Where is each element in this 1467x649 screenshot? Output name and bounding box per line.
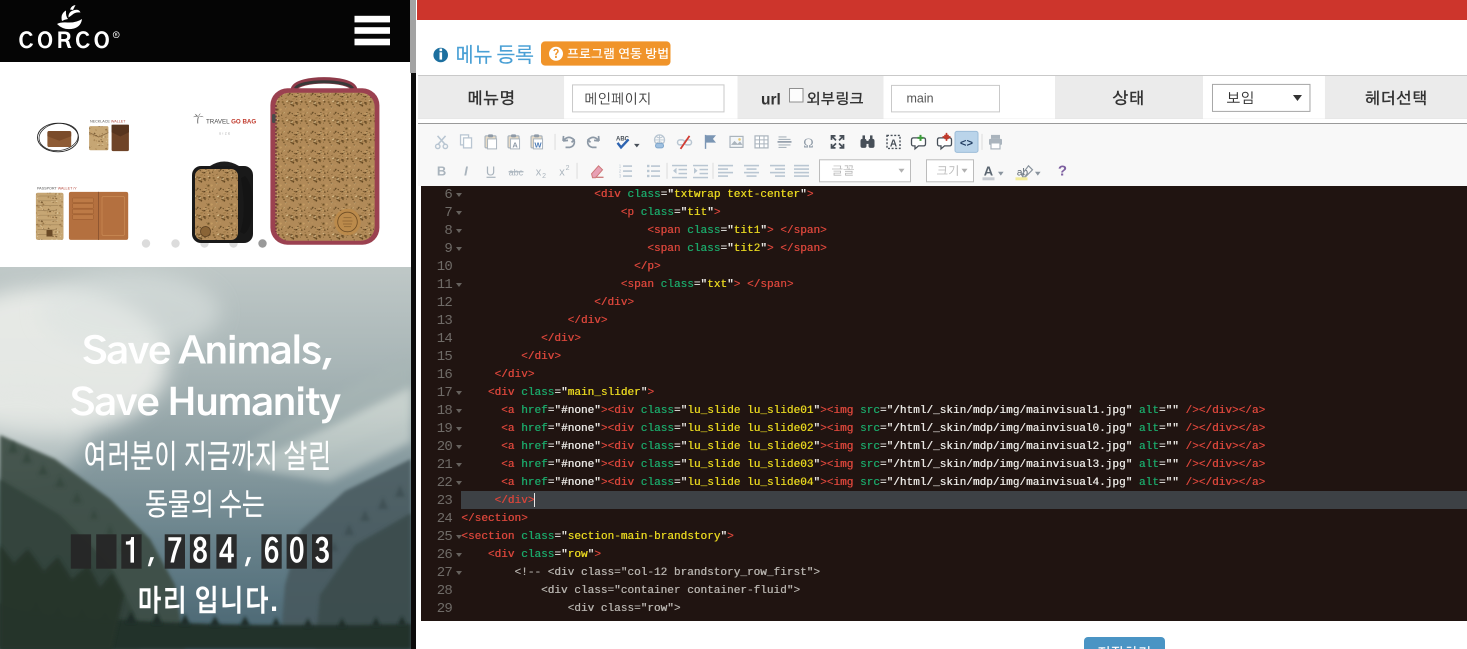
svg-text:<>: <> [959,139,973,151]
svg-text:2: 2 [542,173,546,180]
svg-text:A: A [889,139,896,150]
svg-text:main: main [906,91,933,105]
svg-text:A: A [512,141,518,150]
svg-text:Ω: Ω [803,137,813,152]
svg-text:x: x [559,167,565,179]
svg-text:U: U [485,164,494,179]
svg-text:W: W [534,141,542,150]
svg-text:SIZE: SIZE [219,132,232,136]
svg-text:TRAVEL GO BAG: TRAVEL GO BAG [206,119,256,126]
svg-text:PASSPORT WALLET /Y: PASSPORT WALLET /Y [37,187,77,191]
svg-text:?: ? [1057,163,1066,180]
svg-text:2: 2 [565,165,569,172]
svg-text:url: url [761,91,781,108]
svg-text:B: B [436,164,445,179]
svg-text:3: 3 [618,174,621,179]
svg-text:x: x [535,167,541,179]
svg-text:A: A [983,164,993,179]
svg-text:NECKLACE WALLET: NECKLACE WALLET [90,120,126,124]
svg-text:I: I [464,164,468,179]
